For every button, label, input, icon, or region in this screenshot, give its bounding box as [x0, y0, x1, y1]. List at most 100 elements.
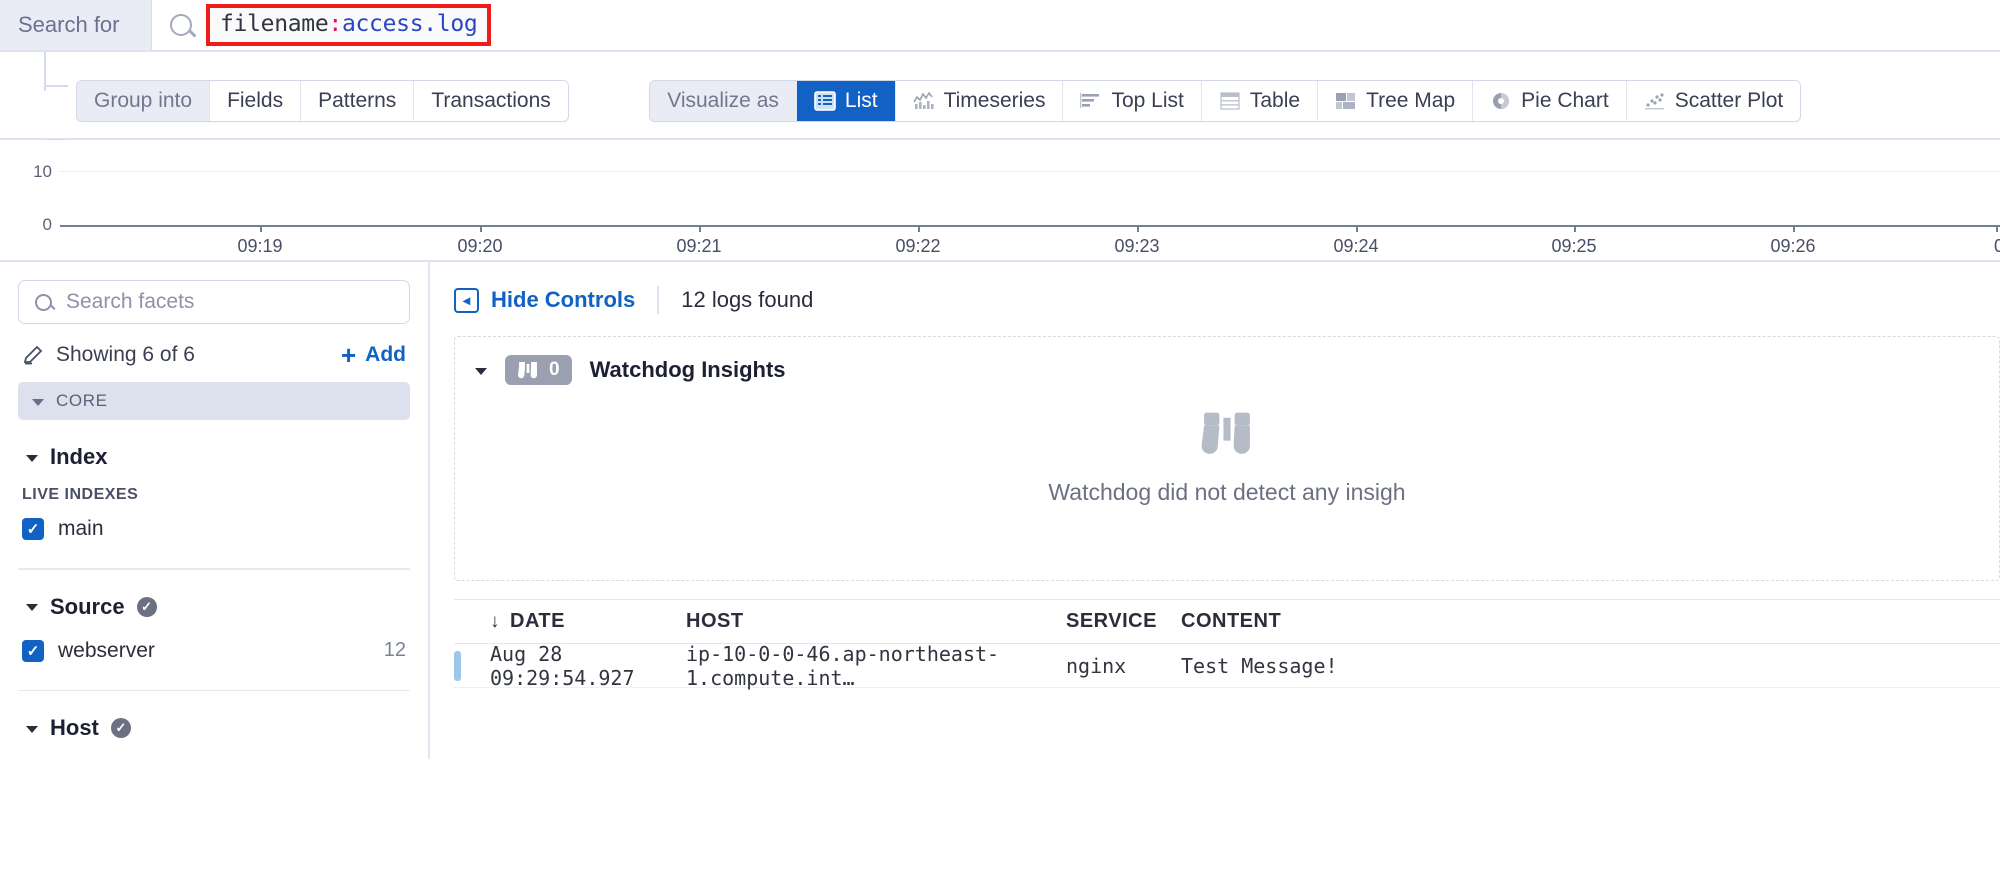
chevron-down-icon[interactable]: [475, 367, 487, 375]
logs-found-count: 12 logs found: [681, 287, 814, 312]
facet-group-index-title: Index: [50, 444, 108, 469]
log-host: ip-10-0-0-46.ap-northeast-1.compute.int…: [686, 641, 1000, 690]
log-content: Test Message!: [1181, 653, 1338, 678]
table-row[interactable]: Aug 28 09:29:54.927 ip-10-0-0-46.ap-nort…: [454, 641, 2000, 690]
x-tick-label-0922: 09:22: [895, 236, 941, 256]
group-into-patterns-button[interactable]: Patterns: [301, 81, 415, 121]
log-volume-chart: 10 0 09:19 09:20 09:21 09:22 09:23 09:24…: [0, 140, 2000, 262]
watchdog-empty-text: Watchdog did not detect any insigh: [1048, 479, 1406, 505]
chart-gridline: [60, 171, 2000, 172]
pencil-icon[interactable]: [22, 344, 44, 366]
hide-controls-label: Hide Controls: [491, 287, 636, 312]
visualize-top-list-button[interactable]: Top List: [1063, 81, 1202, 121]
collapse-panel-icon: ◂: [454, 287, 479, 313]
facet-item-webserver-label: webserver: [58, 638, 155, 662]
divider: [657, 286, 660, 314]
visualize-as-button-group: Visualize as List Timeseries Top List Ta…: [649, 80, 1802, 122]
x-tick-label-partial: 0: [1993, 236, 2000, 256]
y-tick-0: 0: [42, 215, 52, 234]
query-colon: :: [328, 11, 342, 37]
facet-group-source-header[interactable]: Source ✓: [18, 594, 410, 620]
sort-descending-icon: ↓: [490, 610, 500, 632]
facet-section-core[interactable]: CORE: [18, 382, 410, 420]
x-tick: [260, 225, 262, 232]
add-facet-label: Add: [365, 343, 406, 366]
chevron-down-icon: [26, 725, 38, 733]
facet-section-core-label: CORE: [56, 391, 108, 410]
chart-x-axis: [60, 225, 2000, 227]
query-key: filename: [220, 11, 329, 37]
x-tick-label-0920: 09:20: [457, 236, 503, 256]
visualize-pie-chart-label: Pie Chart: [1521, 89, 1609, 112]
watchdog-badge: 0: [505, 355, 572, 385]
visualize-table-button[interactable]: Table: [1201, 81, 1319, 121]
visualize-pie-chart-button[interactable]: Pie Chart: [1473, 81, 1627, 121]
visualize-as-label: Visualize as: [650, 81, 797, 121]
visualize-scatter-plot-label: Scatter Plot: [1674, 89, 1784, 112]
facets-sidebar: Search facets Showing 6 of 6 + Add CORE …: [0, 262, 430, 759]
x-tick-label-0921: 09:21: [676, 236, 722, 256]
log-service: nginx: [1066, 653, 1127, 678]
column-header-date[interactable]: ↓ DATE: [454, 610, 686, 633]
top-list-icon: [1080, 93, 1100, 108]
scatter-plot-icon: [1644, 93, 1664, 110]
pie-chart-icon: [1493, 93, 1510, 109]
search-icon: [35, 293, 52, 311]
visualize-scatter-plot-button[interactable]: Scatter Plot: [1626, 81, 1801, 121]
x-tick: [1137, 225, 1139, 232]
chevron-down-icon: [32, 398, 44, 406]
checkbox-checked-icon[interactable]: ✓: [22, 639, 44, 662]
results-panel: ◂ Hide Controls 12 logs found 0 Watchdog…: [430, 262, 2000, 759]
facets-showing-row: Showing 6 of 6 + Add: [18, 342, 410, 368]
chevron-down-icon: [26, 454, 38, 462]
facet-group-index-header[interactable]: Index: [18, 444, 410, 470]
x-tick: [699, 225, 701, 232]
search-bar: Search for filename: access.log: [0, 0, 2000, 52]
facet-search-input[interactable]: Search facets: [18, 280, 410, 324]
column-header-service[interactable]: SERVICE: [1066, 610, 1181, 633]
facet-group-source-title: Source: [50, 593, 125, 619]
group-into-button-group: Group into Fields Patterns Transactions: [76, 80, 569, 122]
binoculars-icon: [518, 362, 537, 379]
add-facet-button[interactable]: + Add: [341, 342, 406, 368]
verified-check-icon: ✓: [136, 596, 157, 617]
tree-tick-group: [44, 85, 68, 87]
column-header-host[interactable]: HOST: [686, 610, 1066, 633]
content-body: Search facets Showing 6 of 6 + Add CORE …: [0, 262, 2000, 759]
visualize-timeseries-label: Timeseries: [943, 89, 1046, 112]
search-icon: [170, 14, 192, 36]
checkbox-checked-icon[interactable]: ✓: [22, 518, 44, 540]
visualize-timeseries-button[interactable]: Timeseries: [895, 81, 1064, 121]
column-header-content[interactable]: CONTENT: [1181, 610, 2000, 633]
facet-sublabel-live-indexes: LIVE INDEXES: [22, 486, 139, 503]
binoculars-icon: [1201, 412, 1250, 454]
group-into-transactions-button[interactable]: Transactions: [414, 81, 568, 121]
facet-item-webserver[interactable]: ✓ webserver 12: [18, 634, 410, 668]
x-tick-label-0925: 09:25: [1551, 236, 1597, 256]
x-tick: [918, 225, 920, 232]
visualize-table-label: Table: [1249, 89, 1301, 112]
facet-item-main[interactable]: ✓ main: [18, 512, 410, 546]
timeseries-icon: [912, 91, 934, 109]
x-tick: [1356, 225, 1358, 232]
search-input[interactable]: filename: access.log: [152, 0, 2000, 50]
watchdog-empty-state: Watchdog did not detect any insigh: [455, 409, 1999, 506]
watchdog-insights-panel: 0 Watchdog Insights Watchdog did not det…: [454, 336, 2000, 581]
x-tick-label-0919: 09:19: [237, 236, 283, 256]
x-tick: [1996, 225, 1998, 232]
watchdog-header[interactable]: 0 Watchdog Insights: [475, 355, 1979, 385]
visualize-list-button[interactable]: List: [796, 81, 896, 121]
facet-group-host-header[interactable]: Host ✓: [18, 715, 410, 741]
column-header-date-label: DATE: [510, 610, 565, 632]
facet-group-host: Host ✓: [18, 691, 410, 741]
group-into-label: Group into: [77, 81, 211, 121]
log-results-table: ↓ DATE HOST SERVICE CONTENT Aug 28 09:29…: [454, 599, 2000, 690]
log-status-bar: [454, 651, 461, 681]
table-icon: [1220, 92, 1240, 110]
hide-controls-button[interactable]: ◂ Hide Controls: [454, 287, 635, 313]
search-query-highlight[interactable]: filename: access.log: [206, 4, 492, 46]
search-for-label: Search for: [0, 0, 152, 50]
visualize-tree-map-button[interactable]: Tree Map: [1318, 81, 1474, 121]
facets-showing-count: Showing 6 of 6: [56, 343, 195, 366]
group-into-fields-button[interactable]: Fields: [210, 81, 302, 121]
